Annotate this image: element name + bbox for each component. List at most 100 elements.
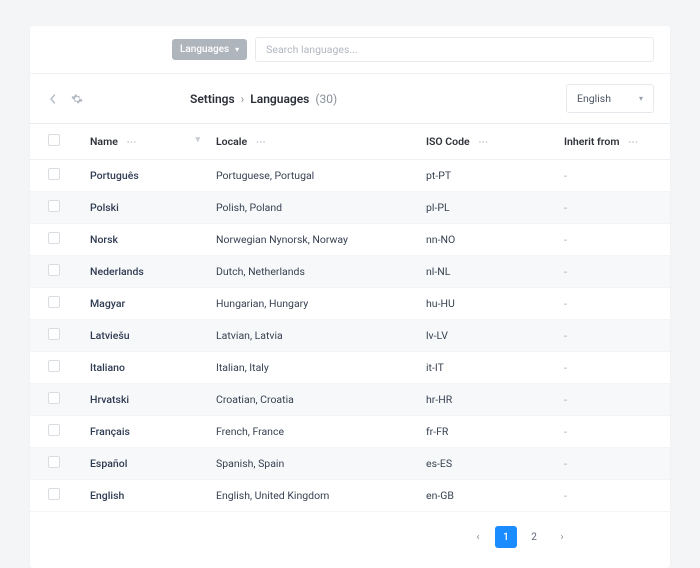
cell-locale: Latvian, Latvia — [208, 320, 418, 352]
table-row[interactable]: MagyarHungarian, Hungaryhu-HU- — [30, 288, 670, 320]
table-row[interactable]: NederlandsDutch, Netherlandsnl-NL- — [30, 256, 670, 288]
breadcrumb-languages: Languages — [250, 92, 309, 106]
row-checkbox[interactable] — [48, 360, 60, 372]
breadcrumb-count: (30) — [315, 92, 337, 106]
cell-inherit: - — [548, 288, 670, 320]
cell-locale: Polish, Poland — [208, 192, 418, 224]
cell-inherit: - — [548, 256, 670, 288]
cell-locale: Croatian, Croatia — [208, 384, 418, 416]
table-row[interactable]: NorskNorwegian Nynorsk, Norwaynn-NO- — [30, 224, 670, 256]
sort-desc-icon: ▾ — [195, 135, 200, 145]
sort-icon: ⋯ — [478, 137, 488, 148]
toolbar: Settings › Languages (30) English ▾ — [30, 74, 670, 123]
chevron-down-icon: ▾ — [639, 94, 643, 103]
cell-name: Magyar — [78, 288, 208, 320]
cell-locale: Norwegian Nynorsk, Norway — [208, 224, 418, 256]
header-iso[interactable]: ISO Code ⋯ — [418, 124, 548, 160]
header-inherit[interactable]: Inherit from ⋯ — [548, 124, 670, 160]
pagination-prev[interactable]: ‹ — [467, 526, 489, 548]
row-checkbox-cell — [30, 288, 78, 320]
chevron-right-icon: › — [241, 92, 245, 106]
row-checkbox-cell — [30, 224, 78, 256]
cell-locale: Hungarian, Hungary — [208, 288, 418, 320]
cell-inherit: - — [548, 320, 670, 352]
row-checkbox[interactable] — [48, 232, 60, 244]
cell-iso: es-ES — [418, 448, 548, 480]
header-iso-label: ISO Code — [426, 135, 470, 148]
cell-inherit: - — [548, 448, 670, 480]
header-name-label: Name — [90, 135, 118, 148]
cell-inherit: - — [548, 352, 670, 384]
table-row[interactable]: PortuguêsPortuguese, Portugalpt-PT- — [30, 160, 670, 192]
cell-iso: nl-NL — [418, 256, 548, 288]
cell-inherit: - — [548, 192, 670, 224]
cell-iso: en-GB — [418, 480, 548, 512]
select-all-checkbox[interactable] — [48, 134, 60, 146]
row-checkbox-cell — [30, 352, 78, 384]
cell-locale: English, United Kingdom — [208, 480, 418, 512]
pagination-page-1[interactable]: 1 — [495, 526, 517, 548]
row-checkbox[interactable] — [48, 168, 60, 180]
row-checkbox[interactable] — [48, 200, 60, 212]
cell-locale: Portuguese, Portugal — [208, 160, 418, 192]
row-checkbox-cell — [30, 480, 78, 512]
cell-locale: Dutch, Netherlands — [208, 256, 418, 288]
header-name[interactable]: Name ⋯ ▾ — [78, 124, 208, 160]
languages-table: Name ⋯ ▾ Locale ⋯ ISO Code ⋯ Inherit fro… — [30, 123, 670, 512]
cell-inherit: - — [548, 160, 670, 192]
breadcrumb-settings[interactable]: Settings — [190, 92, 235, 106]
topbar: Languages ▾ Search languages... — [30, 26, 670, 74]
cell-locale: Italian, Italy — [208, 352, 418, 384]
header-checkbox-cell — [30, 124, 78, 160]
table-row[interactable]: PolskiPolish, Polandpl-PL- — [30, 192, 670, 224]
header-inherit-label: Inherit from — [564, 135, 619, 148]
filter-pill-label: Languages — [180, 44, 229, 55]
cell-name: Italiano — [78, 352, 208, 384]
cell-name: Hrvatski — [78, 384, 208, 416]
row-checkbox[interactable] — [48, 456, 60, 468]
cell-inherit: - — [548, 480, 670, 512]
row-checkbox[interactable] — [48, 424, 60, 436]
locale-dropdown[interactable]: English ▾ — [566, 84, 654, 113]
locale-dropdown-value: English — [577, 92, 611, 105]
row-checkbox-cell — [30, 320, 78, 352]
cell-iso: fr-FR — [418, 416, 548, 448]
cell-iso: hu-HU — [418, 288, 548, 320]
row-checkbox-cell — [30, 192, 78, 224]
cell-inherit: - — [548, 384, 670, 416]
row-checkbox-cell — [30, 160, 78, 192]
pagination-next[interactable]: › — [551, 526, 573, 548]
table-row[interactable]: LatviešuLatvian, Latvialv-LV- — [30, 320, 670, 352]
cell-name: Polski — [78, 192, 208, 224]
gear-icon[interactable] — [70, 92, 84, 106]
pagination: ‹ 1 2 › — [370, 512, 670, 568]
row-checkbox-cell — [30, 256, 78, 288]
row-checkbox-cell — [30, 416, 78, 448]
row-checkbox[interactable] — [48, 264, 60, 276]
search-input[interactable]: Search languages... — [255, 37, 654, 62]
chevron-down-icon: ▾ — [235, 45, 239, 54]
cell-name: English — [78, 480, 208, 512]
row-checkbox[interactable] — [48, 392, 60, 404]
row-checkbox[interactable] — [48, 328, 60, 340]
cell-name: Nederlands — [78, 256, 208, 288]
table-row[interactable]: FrançaisFrench, Francefr-FR- — [30, 416, 670, 448]
cell-locale: French, France — [208, 416, 418, 448]
cell-iso: lv-LV — [418, 320, 548, 352]
cell-name: Norsk — [78, 224, 208, 256]
table-row[interactable]: EspañolSpanish, Spaines-ES- — [30, 448, 670, 480]
row-checkbox[interactable] — [48, 488, 60, 500]
table-row[interactable]: HrvatskiCroatian, Croatiahr-HR- — [30, 384, 670, 416]
settings-panel: Languages ▾ Search languages... Settings… — [30, 26, 670, 568]
back-icon[interactable] — [46, 92, 60, 106]
pagination-page-2[interactable]: 2 — [523, 526, 545, 548]
row-checkbox-cell — [30, 384, 78, 416]
table-row[interactable]: ItalianoItalian, Italyit-IT- — [30, 352, 670, 384]
table-row[interactable]: EnglishEnglish, United Kingdomen-GB- — [30, 480, 670, 512]
row-checkbox[interactable] — [48, 296, 60, 308]
cell-name: Latviešu — [78, 320, 208, 352]
filter-pill-languages[interactable]: Languages ▾ — [172, 39, 247, 60]
breadcrumb: Settings › Languages (30) — [190, 92, 337, 106]
cell-locale: Spanish, Spain — [208, 448, 418, 480]
header-locale[interactable]: Locale ⋯ — [208, 124, 418, 160]
